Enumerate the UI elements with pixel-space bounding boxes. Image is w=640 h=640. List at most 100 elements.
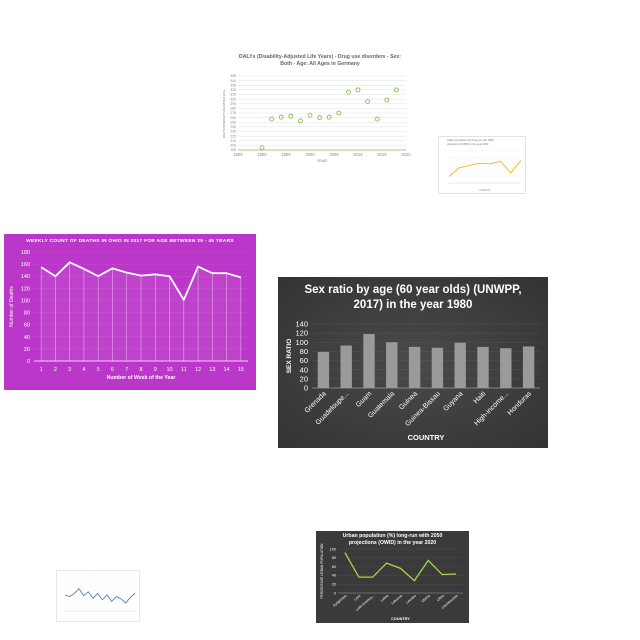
scatter-point [307,112,313,118]
series-line [448,160,522,177]
x-tick-label: Latvia [380,594,390,603]
ohio-chart: WEEKLY COUNT OF DEATHS IN OHIO IN 2017 F… [4,234,256,390]
x-tick-label: Guinea [398,390,419,411]
y-tick-label: 0 [304,384,308,393]
scatter-point [326,114,332,120]
scatter-point [384,97,390,103]
y-tick-label: 215 [230,139,236,143]
dalys-chart: DALYs (Disability-Adjusted Life Years) -… [222,50,418,172]
y-tick-label: 225 [230,134,236,138]
y-tick-label: 235 [230,130,236,134]
scatter-point [345,89,351,95]
y-tick-label: 40 [332,574,336,578]
x-tick-label: Liberia [421,594,431,604]
y-tick-label: 100 [295,338,308,347]
y-tick-label: 295 [230,102,236,106]
y-tick-label: 40 [300,365,308,374]
y-tick-label: 275 [230,111,236,115]
sex-ratio-plot: 020406080100120140GrenadaGuadeloupe... Gu… [286,320,540,442]
x-tick-label: 4 [82,367,85,373]
y-tick-label: 20 [332,583,336,587]
x-tick-label: 12 [195,367,201,373]
x-tick-label: 10 [166,367,172,373]
ohio-plot: 0204060801001201401601801 2 3 4 5 6 7 8 9 10 11 12 1… [9,250,248,381]
y-tick-label: 20 [300,374,308,383]
y-tick-label: 0 [27,359,30,365]
x-tick-label: 9 [154,367,157,373]
scatter-point [365,98,371,104]
x-tick-label: Haiti [473,390,488,405]
x-tick-label: 6 [111,367,114,373]
y-tick-label: 325 [230,88,236,92]
x-tick-label: 3 [68,367,71,373]
y-axis-label: SEX RATIO [286,339,293,374]
x-tick-label: Libya [436,594,445,602]
y-tick-label: 100 [330,547,336,551]
x-tick-label: 1990 [257,152,267,157]
urban-small-plot: COUNTRY [448,150,522,192]
y-tick-label: 120 [295,329,308,338]
bar [408,346,421,388]
x-tick-label: 15 [238,367,244,373]
x-tick-label: 2010 [353,152,363,157]
y-tick-label: 40 [24,335,30,341]
y-tick-label: 60 [332,565,336,569]
y-tick-label: 140 [21,274,30,280]
sex-ratio-chart: Sex ratio by age (60 year olds) (UNWPP, … [278,277,548,448]
dalys-plot: 1952052152252352452552652752852953053153… [222,74,411,163]
bar [386,342,398,388]
y-axis-label: Number of Deaths [9,286,15,327]
x-axis-label: COUNTRY [408,433,445,442]
x-tick-label: 1 [40,367,43,373]
x-tick-label: Kyrgyzstan [332,594,348,608]
x-tick-label: 2015 [377,152,387,157]
y-tick-label: 205 [230,144,236,148]
weekly-blue-plot [64,578,136,612]
bar [317,351,330,388]
x-tick-label: Guyana [442,390,464,412]
y-tick-label: 80 [24,311,30,317]
urban-dark-chart: Urban population (%) long-run with 2050 … [316,531,469,623]
bar [522,346,535,388]
y-tick-label: 100 [21,298,30,304]
urban-small-chart: Urban population (%) long-run with 2050 … [438,136,526,194]
y-tick-label: 345 [230,79,236,83]
x-tick-label: 2005 [329,152,339,157]
y-tick-label: 335 [230,83,236,87]
y-tick-label: 60 [300,356,308,365]
bar [454,342,466,388]
y-tick-label: 355 [230,74,236,78]
x-tick-label: 2000 [305,152,315,157]
y-tick-label: 160 [21,262,30,268]
bar [477,346,489,388]
x-axis-label: Number of Week of the Year [107,375,176,381]
bar [340,345,352,388]
y-tick-label: 305 [230,97,236,101]
y-tick-label: 140 [295,320,308,329]
x-tick-label: Honduras [507,390,534,417]
bar [500,348,512,388]
x-tick-label: 11 [181,367,187,373]
x-axis-label: COUNTRY [391,617,410,621]
weekly-blue-chart [56,570,140,622]
y-tick-label: 315 [230,93,236,97]
y-tick-label: 60 [24,323,30,329]
x-tick-label: 13 [209,367,215,373]
x-tick-label: 14 [224,367,230,373]
y-tick-label: 180 [21,250,30,256]
x-tick-label: Lebanon [390,594,403,606]
urban-dark-plot: 020406080100Kyrgyzstan LaosLatin America.… [320,543,463,621]
x-tick-label: 7 [125,367,128,373]
scatter-point [259,145,265,151]
bar [431,347,444,388]
y-tick-label: 265 [230,116,236,120]
y-tick-label: 20 [24,347,30,353]
x-tick-label: 2020 [401,152,411,157]
x-tick-label: Guam [355,390,374,409]
y-tick-label: 0 [334,591,336,595]
x-tick-label: 5 [97,367,100,373]
y-axis-label: DALYS (DISABILITY-ADJUSTED LIFE... [222,88,226,138]
x-tick-label: Lesotho [405,594,417,605]
y-tick-label: 245 [230,125,236,129]
y-tick-label: 80 [332,556,336,560]
